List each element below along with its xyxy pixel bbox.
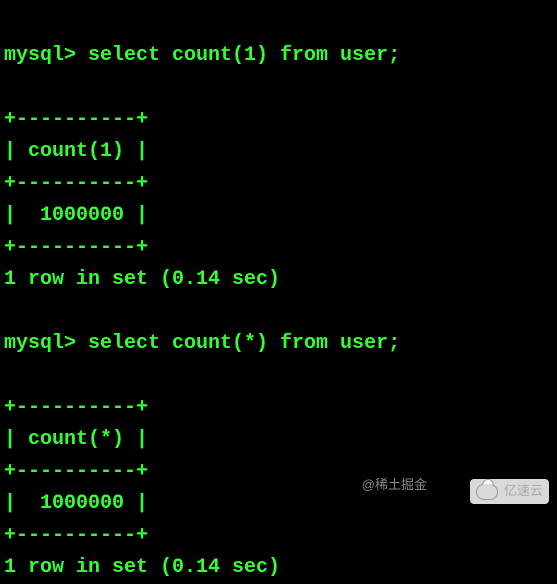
result-status: 1 row in set (0.14 sec) <box>4 268 280 291</box>
watermark-yisu: 亿速云 <box>470 479 549 504</box>
mysql-prompt: mysql> <box>4 332 76 355</box>
table-border: +----------+ <box>4 524 148 547</box>
watermark-juejin: @稀土掘金 <box>362 475 427 496</box>
result-status: 1 row in set (0.14 sec) <box>4 556 280 579</box>
cloud-icon <box>476 484 498 500</box>
table-border: +----------+ <box>4 460 148 483</box>
table-border: +----------+ <box>4 236 148 259</box>
mysql-prompt: mysql> <box>4 44 76 67</box>
table-border: +----------+ <box>4 172 148 195</box>
sql-command-2: select count(*) from user; <box>76 332 400 355</box>
sql-command-1: select count(1) from user; <box>76 44 400 67</box>
table-value: | 1000000 | <box>4 204 148 227</box>
table-border: +----------+ <box>4 108 148 131</box>
table-header: | count(*) | <box>4 428 148 451</box>
table-border: +----------+ <box>4 396 148 419</box>
table-header: | count(1) | <box>4 140 148 163</box>
table-value: | 1000000 | <box>4 492 148 515</box>
watermark-text: 亿速云 <box>504 481 543 502</box>
